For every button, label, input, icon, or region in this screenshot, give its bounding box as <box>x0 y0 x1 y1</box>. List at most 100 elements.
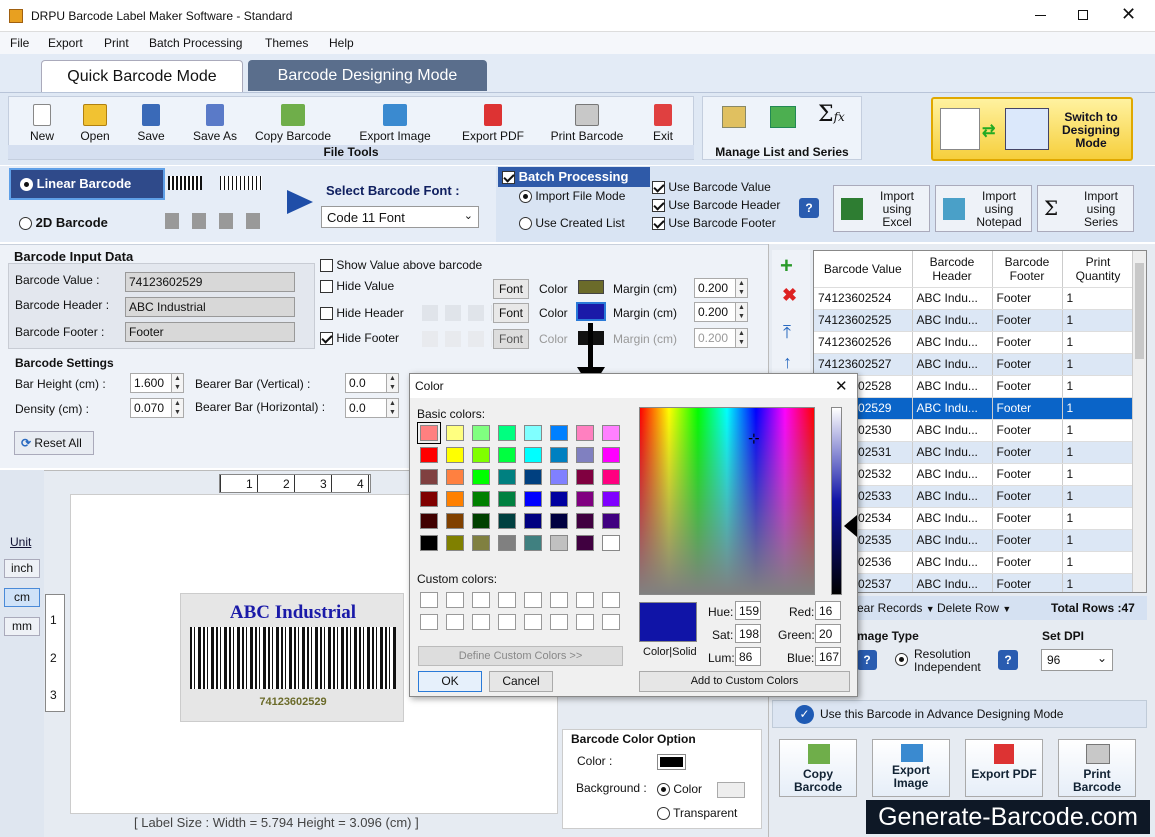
basic-color-swatch[interactable] <box>498 447 516 463</box>
table-cell[interactable]: 1 <box>1062 397 1135 420</box>
advance-mode-bar[interactable]: ✓ Use this Barcode in Advance Designing … <box>772 700 1147 728</box>
table-cell[interactable]: Footer <box>992 309 1063 332</box>
table-cell[interactable]: ABC Indu... <box>912 551 993 574</box>
table-cell[interactable]: 1 <box>1062 441 1135 464</box>
menu-batch[interactable]: Batch Processing <box>149 36 242 50</box>
table-cell[interactable]: Footer <box>992 287 1063 310</box>
table-row[interactable]: 74123602534ABC Indu...Footer1 <box>814 507 1135 530</box>
dpi-select[interactable]: 96 ⌄ <box>1041 649 1113 671</box>
barcode-footer-input[interactable]: Footer <box>125 322 295 342</box>
grid-scrollbar[interactable] <box>1132 251 1146 592</box>
table-row[interactable]: 74123602528ABC Indu...Footer1 <box>814 375 1135 398</box>
basic-color-swatch[interactable] <box>472 513 490 529</box>
hide-header-checkbox[interactable] <box>320 307 333 321</box>
table-cell[interactable]: ABC Indu... <box>912 397 993 420</box>
basic-color-swatch[interactable] <box>472 469 490 485</box>
table-cell[interactable]: 74123602525 <box>814 309 913 332</box>
unit-inch-button[interactable]: inch <box>4 559 40 578</box>
col-print-quantity[interactable]: Print Quantity <box>1062 251 1135 288</box>
basic-color-swatch[interactable] <box>420 447 438 463</box>
basic-color-swatch[interactable] <box>498 425 516 441</box>
use-barcode-header[interactable]: Use Barcode Header <box>652 198 780 213</box>
barcode-color-swatch[interactable] <box>657 754 686 770</box>
table-row[interactable]: 74123602536ABC Indu...Footer1 <box>814 551 1135 574</box>
import-series-button[interactable]: Σ Import using Series <box>1037 185 1134 232</box>
bg-transparent-radio[interactable] <box>657 807 670 821</box>
table-cell[interactable]: 1 <box>1062 551 1135 574</box>
custom-color-swatch[interactable] <box>550 614 568 630</box>
menu-print[interactable]: Print <box>104 36 129 50</box>
unit-cm-button[interactable]: cm <box>4 588 40 607</box>
table-cell[interactable]: ABC Indu... <box>912 441 993 464</box>
table-cell[interactable]: Footer <box>992 375 1063 398</box>
spin-arrows-icon[interactable]: ▲ ▼ <box>735 329 747 347</box>
basic-color-swatch[interactable] <box>446 447 464 463</box>
value-font-button[interactable]: Font <box>493 279 529 299</box>
basic-color-swatch[interactable] <box>524 535 542 551</box>
table-row[interactable]: 74123602531ABC Indu...Footer1 <box>814 441 1135 464</box>
basic-color-swatch[interactable] <box>498 513 516 529</box>
custom-color-swatch[interactable] <box>472 614 490 630</box>
export-pdf-action[interactable]: Export PDF <box>965 739 1043 797</box>
basic-color-swatch[interactable] <box>420 491 438 507</box>
custom-color-swatch[interactable] <box>576 614 594 630</box>
table-cell[interactable]: Footer <box>992 485 1063 508</box>
export-image-button[interactable]: Export Image <box>352 104 438 143</box>
basic-color-swatch[interactable] <box>576 513 594 529</box>
clear-records-button[interactable]: ear Records ▼ <box>857 601 935 615</box>
dialog-close-icon[interactable]: ✕ <box>835 377 848 395</box>
table-cell[interactable]: 1 <box>1062 287 1135 310</box>
basic-color-swatch[interactable] <box>446 469 464 485</box>
spin-arrows-icon[interactable]: ▲ ▼ <box>735 279 747 297</box>
basic-color-swatch[interactable] <box>550 535 568 551</box>
basic-color-swatch[interactable] <box>550 513 568 529</box>
table-row[interactable]: 74123602526 ABC Indu... Footer 1 <box>814 331 1135 354</box>
table-row[interactable]: 74123602532ABC Indu...Footer1 <box>814 463 1135 486</box>
resolution-radio[interactable] <box>895 653 908 666</box>
save-button[interactable]: Save <box>133 104 169 143</box>
new-button[interactable]: New <box>24 104 60 143</box>
table-row[interactable]: 74123602533ABC Indu...Footer1 <box>814 485 1135 508</box>
custom-color-swatch[interactable] <box>576 592 594 608</box>
custom-color-swatch[interactable] <box>446 592 464 608</box>
table-row[interactable]: 74123602530ABC Indu...Footer1 <box>814 419 1135 442</box>
table-row[interactable]: 74123602524 ABC Indu... Footer 1 <box>814 287 1135 310</box>
col-barcode-value[interactable]: Barcode Value <box>814 251 913 288</box>
close-icon[interactable]: ✕ <box>1121 4 1136 25</box>
import-file-mode[interactable]: Import File Mode <box>519 189 625 204</box>
table-cell[interactable]: ABC Indu... <box>912 507 993 530</box>
image-type-help-icon[interactable]: ? <box>857 650 877 670</box>
table-cell[interactable]: ABC Indu... <box>912 419 993 442</box>
basic-color-swatch[interactable] <box>524 425 542 441</box>
move-top-icon[interactable]: ⤒ <box>783 322 791 343</box>
linear-barcode-option[interactable]: Linear Barcode <box>9 168 165 200</box>
custom-color-swatch[interactable] <box>498 614 516 630</box>
lum-input[interactable]: 86 <box>735 647 761 666</box>
table-cell[interactable]: ABC Indu... <box>912 485 993 508</box>
value-color-swatch[interactable] <box>578 280 604 294</box>
col-barcode-header[interactable]: Barcode Header <box>912 251 993 288</box>
table-cell[interactable]: Footer <box>992 397 1063 420</box>
hide-header[interactable]: Hide Header <box>320 306 404 321</box>
table-cell[interactable]: Footer <box>992 551 1063 574</box>
basic-color-swatch[interactable] <box>550 447 568 463</box>
hide-value-checkbox[interactable] <box>320 280 333 294</box>
custom-color-swatch[interactable] <box>524 614 542 630</box>
table-row[interactable]: 74123602529ABC Indu...Footer1 <box>814 397 1135 420</box>
spin-arrows-icon[interactable]: ▲ ▼ <box>171 399 183 417</box>
basic-color-swatch[interactable] <box>576 535 594 551</box>
basic-color-swatch[interactable] <box>420 535 438 551</box>
move-up-icon[interactable]: ↑ <box>783 352 792 373</box>
green-input[interactable]: 20 <box>815 624 841 643</box>
custom-color-swatch[interactable] <box>498 592 516 608</box>
footer-font-button[interactable]: Font <box>493 329 529 349</box>
basic-color-swatch[interactable] <box>420 469 438 485</box>
save-as-button[interactable]: Save As <box>188 104 242 143</box>
basic-color-swatch[interactable] <box>602 425 620 441</box>
table-cell[interactable]: ABC Indu... <box>912 331 993 354</box>
use-barcode-value[interactable]: Use Barcode Value <box>652 180 771 195</box>
twod-radio[interactable] <box>19 217 32 231</box>
basic-color-swatch[interactable] <box>602 447 620 463</box>
show-value-above[interactable]: Show Value above barcode <box>320 258 482 273</box>
table-cell[interactable]: Footer <box>992 331 1063 354</box>
